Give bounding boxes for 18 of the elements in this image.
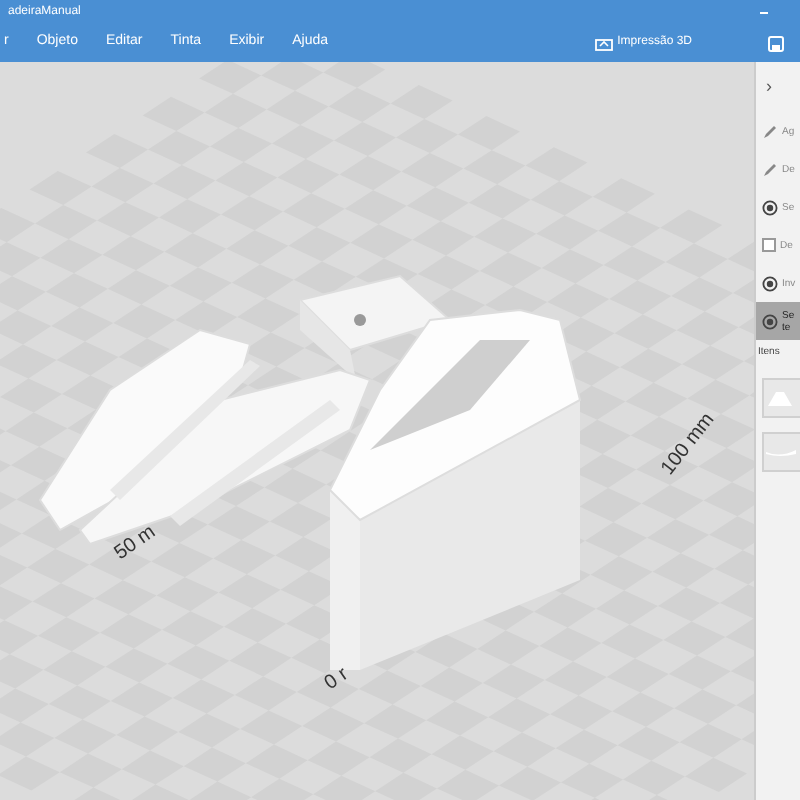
checkbox[interactable]: [762, 238, 776, 252]
radio-icon: [762, 199, 778, 215]
object-preview-icon: [764, 387, 796, 407]
pencil-icon: [762, 123, 778, 139]
save-icon[interactable]: [768, 35, 784, 51]
object-thumbnail[interactable]: [762, 377, 800, 417]
axis-label: 100 mm: [657, 409, 720, 480]
pencil-icon: [762, 161, 778, 177]
object-thumbnail[interactable]: [762, 431, 800, 471]
expand-button[interactable]: ›: [756, 74, 800, 102]
viewport-3d[interactable]: 100 mm 50 m 0 r: [0, 62, 754, 800]
axis-label: 0 r: [320, 663, 353, 695]
printer-icon[interactable]: [593, 35, 614, 51]
minimize-icon[interactable]: [760, 11, 768, 13]
object-preview-icon: [764, 445, 796, 457]
axis-label: 50 m: [110, 521, 160, 565]
radio-icon: [762, 313, 778, 329]
radio-icon: [762, 275, 778, 291]
